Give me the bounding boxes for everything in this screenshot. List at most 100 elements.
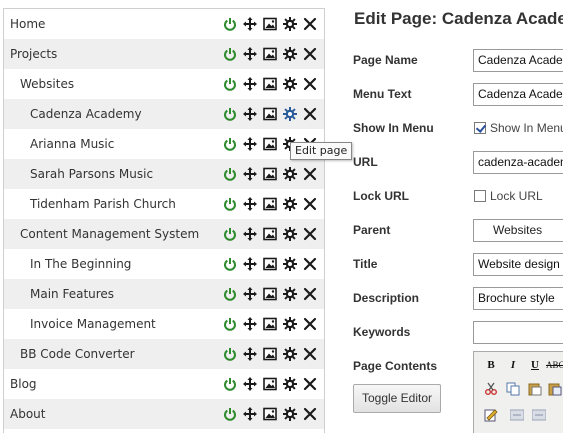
- power-icon[interactable]: [223, 257, 237, 271]
- close-icon[interactable]: [303, 257, 317, 271]
- power-icon[interactable]: [223, 227, 237, 241]
- tree-row[interactable]: Home: [4, 9, 324, 39]
- paste-icon[interactable]: [526, 380, 544, 398]
- strikethrough-button[interactable]: ABC: [546, 356, 563, 374]
- paste-text-icon[interactable]: [546, 380, 563, 398]
- tree-row[interactable]: Main Features: [4, 279, 324, 309]
- move-icon[interactable]: [243, 227, 257, 241]
- image-icon[interactable]: [263, 17, 277, 31]
- toggle-editor-button[interactable]: Toggle Editor: [353, 384, 441, 413]
- close-icon[interactable]: [303, 167, 317, 181]
- lock-url-checkbox[interactable]: [474, 190, 486, 202]
- power-icon[interactable]: [223, 287, 237, 301]
- close-icon[interactable]: [303, 47, 317, 61]
- image-icon[interactable]: [263, 407, 277, 421]
- power-icon[interactable]: [223, 47, 237, 61]
- tree-item-label[interactable]: Tidenham Parish Church: [30, 189, 176, 219]
- tree-row[interactable]: Projects: [4, 39, 324, 69]
- tree-item-label[interactable]: About: [10, 399, 45, 429]
- image-icon[interactable]: [263, 77, 277, 91]
- close-icon[interactable]: [303, 347, 317, 361]
- tree-item-label[interactable]: In The Beginning: [30, 249, 131, 279]
- gear-icon[interactable]: [283, 107, 297, 121]
- tree-row[interactable]: Invoice Management: [4, 309, 324, 339]
- power-icon[interactable]: [223, 77, 237, 91]
- rich-text-editor[interactable]: B I U ABC: [473, 351, 563, 433]
- close-icon[interactable]: [303, 107, 317, 121]
- tree-row[interactable]: Sarah Parsons Music: [4, 159, 324, 189]
- title-input[interactable]: Website design: [473, 253, 563, 276]
- menu-text-input[interactable]: Cadenza Academy: [473, 83, 563, 106]
- tree-item-label[interactable]: Websites: [20, 69, 74, 99]
- tree-item-label[interactable]: Home: [10, 9, 45, 39]
- image-icon[interactable]: [263, 287, 277, 301]
- image-icon[interactable]: [263, 167, 277, 181]
- gear-icon[interactable]: [283, 77, 297, 91]
- move-icon[interactable]: [243, 137, 257, 151]
- image-icon[interactable]: [263, 107, 277, 121]
- gear-icon[interactable]: [283, 347, 297, 361]
- move-icon[interactable]: [243, 107, 257, 121]
- image-icon[interactable]: [263, 347, 277, 361]
- power-icon[interactable]: [223, 347, 237, 361]
- image-icon[interactable]: [263, 377, 277, 391]
- tree-row[interactable]: Content Management System: [4, 219, 324, 249]
- gear-icon[interactable]: [283, 407, 297, 421]
- image-icon[interactable]: [263, 227, 277, 241]
- gear-icon[interactable]: [283, 47, 297, 61]
- page-name-input[interactable]: Cadenza Academy: [473, 49, 563, 72]
- move-icon[interactable]: [243, 407, 257, 421]
- gear-icon[interactable]: [283, 167, 297, 181]
- power-icon[interactable]: [223, 377, 237, 391]
- tree-item-label[interactable]: Projects: [10, 39, 57, 69]
- move-icon[interactable]: [243, 17, 257, 31]
- image-icon[interactable]: [263, 47, 277, 61]
- align-icon[interactable]: [508, 406, 526, 424]
- show-in-menu-checkbox-wrap[interactable]: Show In Menu: [474, 121, 563, 135]
- gear-icon[interactable]: [283, 197, 297, 211]
- tree-item-label[interactable]: Sarah Parsons Music: [30, 159, 153, 189]
- move-icon[interactable]: [243, 347, 257, 361]
- power-icon[interactable]: [223, 197, 237, 211]
- tree-item-label[interactable]: Arianna Music: [30, 129, 114, 159]
- keywords-input[interactable]: [473, 321, 563, 344]
- move-icon[interactable]: [243, 377, 257, 391]
- close-icon[interactable]: [303, 17, 317, 31]
- power-icon[interactable]: [223, 317, 237, 331]
- power-icon[interactable]: [223, 407, 237, 421]
- gear-icon[interactable]: [283, 17, 297, 31]
- tree-row[interactable]: BB Code Converter: [4, 339, 324, 369]
- gear-icon[interactable]: [283, 257, 297, 271]
- power-icon[interactable]: [223, 137, 237, 151]
- close-icon[interactable]: [303, 317, 317, 331]
- tree-item-label[interactable]: Cadenza Academy: [30, 99, 142, 129]
- close-icon[interactable]: [303, 227, 317, 241]
- power-icon[interactable]: [223, 17, 237, 31]
- gear-icon[interactable]: [283, 377, 297, 391]
- tree-item-label[interactable]: Blog: [10, 369, 37, 399]
- close-icon[interactable]: [303, 197, 317, 211]
- tree-row[interactable]: In The Beginning: [4, 249, 324, 279]
- tree-item-label[interactable]: BB Code Converter: [20, 339, 135, 369]
- bold-button[interactable]: B: [482, 356, 500, 374]
- gear-icon[interactable]: [283, 317, 297, 331]
- close-icon[interactable]: [303, 77, 317, 91]
- indent-icon[interactable]: [530, 406, 548, 424]
- show-in-menu-checkbox[interactable]: [474, 122, 486, 134]
- image-icon[interactable]: [263, 257, 277, 271]
- tree-row[interactable]: About: [4, 399, 324, 429]
- image-icon[interactable]: [263, 197, 277, 211]
- lock-url-checkbox-wrap[interactable]: Lock URL: [474, 189, 543, 203]
- tree-item-label[interactable]: Content Management System: [20, 219, 199, 249]
- tree-row[interactable]: Blog: [4, 369, 324, 399]
- tree-row[interactable]: Cadenza Academy: [4, 99, 324, 129]
- description-input[interactable]: Brochure style: [473, 287, 563, 310]
- italic-button[interactable]: I: [504, 356, 522, 374]
- move-icon[interactable]: [243, 257, 257, 271]
- move-icon[interactable]: [243, 167, 257, 181]
- gear-icon[interactable]: [283, 227, 297, 241]
- tree-item-label[interactable]: Main Features: [30, 279, 114, 309]
- move-icon[interactable]: [243, 197, 257, 211]
- image-icon[interactable]: [263, 137, 277, 151]
- underline-button[interactable]: U: [526, 356, 544, 374]
